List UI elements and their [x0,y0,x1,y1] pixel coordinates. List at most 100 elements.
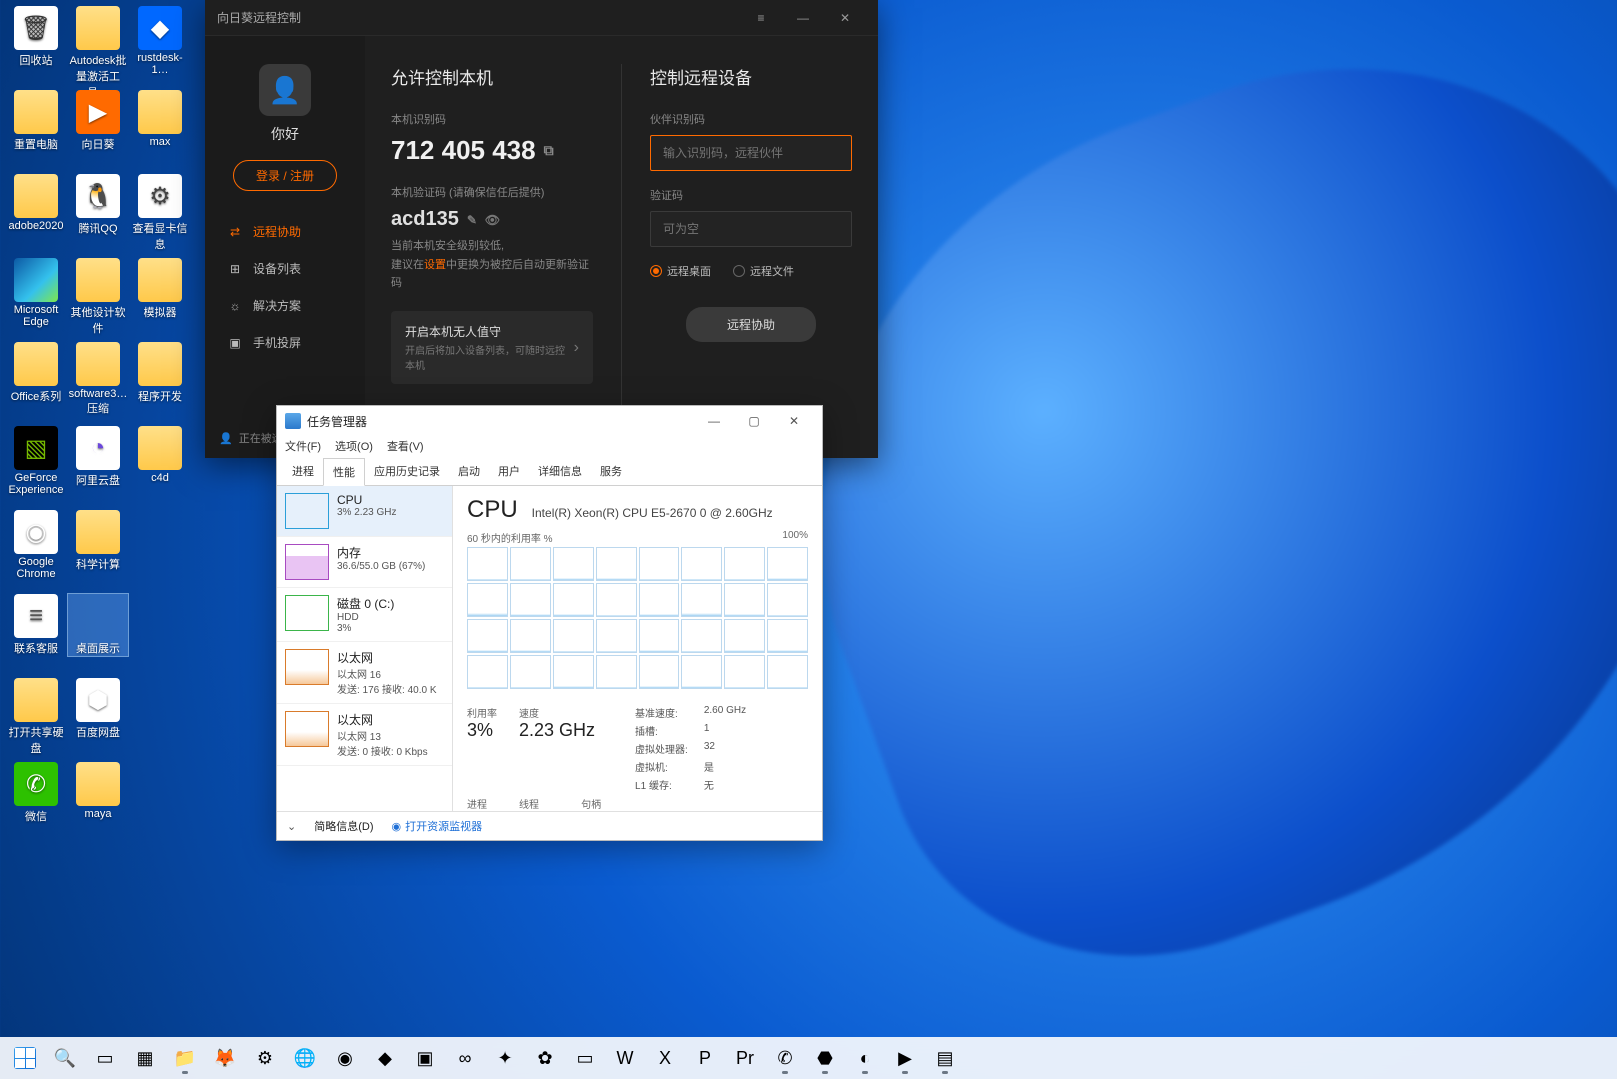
avatar-icon[interactable]: 👤 [259,64,311,116]
edit-icon[interactable]: ✎ [467,213,477,227]
perf-mini-磁盘 0 (C:)[interactable]: 磁盘 0 (C:)HDD3% [277,588,452,642]
nav-item-设备列表[interactable]: ⊞设备列表 [205,250,365,287]
mini-sub: HDD [337,612,394,623]
icon-label: GeForce Experience [6,472,66,496]
desktop-icon-重置电脑[interactable]: 重置电脑 [6,90,66,152]
desktop-icon-模拟器[interactable]: 模拟器 [130,258,190,320]
desktop-icon-桌面展示[interactable]: 桌面展示 [68,594,128,656]
desktop-icon-微信[interactable]: ✆微信 [6,762,66,824]
remote-desktop-radio[interactable]: 远程桌面 [650,263,711,279]
maximize-icon[interactable]: ▢ [734,407,774,435]
taskmanager-titlebar[interactable]: 任务管理器 — ▢ ✕ [277,406,822,436]
taskbar: 🔍▭▦📁🦊⚙🌐◉◆▣∞✦✿▭WXPPr✆⬣◐▶▤ [0,1037,1617,1079]
taskbar-app4[interactable]: ⬣ [806,1039,844,1077]
perf-mini-以太网[interactable]: 以太网以太网 13发送: 0 接收: 0 Kbps [277,704,452,766]
tab-进程[interactable]: 进程 [283,458,323,485]
taskbar-start[interactable] [6,1039,44,1077]
desktop-icon-Microsoft Edge[interactable]: Microsoft Edge [6,258,66,328]
cpu-core-cell [510,547,551,581]
desktop-icon-c4d[interactable]: c4d [130,426,190,484]
taskbar-ppt[interactable]: P [686,1039,724,1077]
partner-id-input[interactable] [650,135,852,171]
desktop-icon-Google Chrome[interactable]: ◉Google Chrome [6,510,66,580]
remote-file-radio[interactable]: 远程文件 [733,263,794,279]
desktop-icon-查看显卡信息[interactable]: ⚙查看显卡信息 [130,174,190,252]
nav-item-手机投屏[interactable]: ▣手机投屏 [205,324,365,361]
desktop-icon-adobe2020[interactable]: adobe2020 [6,174,66,232]
desktop-icon-打开共享硬盘[interactable]: 打开共享硬盘 [6,678,66,756]
tab-启动[interactable]: 启动 [449,458,489,485]
taskbar-wechat[interactable]: ✆ [766,1039,804,1077]
menu-icon[interactable]: ≡ [740,0,782,36]
desktop-icon-阿里云盘[interactable]: ◔阿里云盘 [68,426,128,488]
minimize-icon[interactable]: — [694,407,734,435]
close-icon[interactable]: ✕ [824,0,866,36]
collapse-icon[interactable]: ⌄ [287,820,296,833]
desktop-icon-Autodesk批量激活工具…[interactable]: Autodesk批量激活工具… [68,6,128,100]
tab-应用历史记录[interactable]: 应用历史记录 [365,458,449,485]
tab-性能[interactable]: 性能 [323,458,365,486]
taskbar-edge[interactable]: 🌐 [286,1039,324,1077]
taskbar-search[interactable]: 🔍 [46,1039,84,1077]
resource-monitor-link[interactable]: ◉打开资源监视器 [392,818,483,834]
taskbar-rustdesk[interactable]: ▣ [406,1039,444,1077]
desktop-icon-向日葵[interactable]: ▶向日葵 [68,90,128,152]
desktop-icon-maya[interactable]: maya [68,762,128,820]
taskbar-chrome[interactable]: ◉ [326,1039,364,1077]
taskbar-app3[interactable]: ✿ [526,1039,564,1077]
taskbar-app1[interactable]: ◆ [366,1039,404,1077]
mini-graph [285,493,329,529]
desktop-icon-回收站[interactable]: 🗑回收站 [6,6,66,68]
taskbar-app2[interactable]: ✦ [486,1039,524,1077]
tab-服务[interactable]: 服务 [591,458,631,485]
taskbar-premiere[interactable]: Pr [726,1039,764,1077]
taskbar-explorer[interactable]: 📁 [166,1039,204,1077]
minimize-icon[interactable]: — [782,0,824,36]
taskbar-firefox[interactable]: 🦊 [206,1039,244,1077]
taskbar-settings[interactable]: ⚙ [246,1039,284,1077]
perf-mini-内存[interactable]: 内存36.6/55.0 GB (67%) [277,537,452,588]
settings-link[interactable]: 设置 [424,259,446,271]
brief-info-button[interactable]: 简略信息(D) [314,818,373,834]
desktop-icon-rustdesk-1…[interactable]: ◆rustdesk-1… [130,6,190,76]
close-icon[interactable]: ✕ [774,407,814,435]
eye-icon[interactable]: 👁 [485,213,500,227]
tab-用户[interactable]: 用户 [489,458,529,485]
nav-item-远程协助[interactable]: ⇄远程协助 [205,213,365,250]
desktop-icon-max[interactable]: max [130,90,190,148]
desktop-icon-百度网盘[interactable]: ⬢百度网盘 [68,678,128,740]
desktop-icon-联系客服[interactable]: ≡联系客服 [6,594,66,656]
desktop-icon-其他设计软件[interactable]: 其他设计软件 [68,258,128,336]
menu-文件(F)[interactable]: 文件(F) [285,438,321,454]
tab-详细信息[interactable]: 详细信息 [529,458,591,485]
taskbar-terminal[interactable]: ▭ [566,1039,604,1077]
copy-icon[interactable]: ⧉ [544,142,554,159]
taskbar-taskview[interactable]: ▭ [86,1039,124,1077]
taskbar-sunlogin[interactable]: ▶ [886,1039,924,1077]
remote-vcode-input[interactable] [650,211,852,247]
sunlogin-titlebar[interactable]: 向日葵远程控制 ≡ — ✕ [205,0,878,36]
perf-mini-以太网[interactable]: 以太网以太网 16发送: 176 接收: 40.0 K [277,642,452,704]
taskbar-widgets[interactable]: ▦ [126,1039,164,1077]
taskbar-word[interactable]: W [606,1039,644,1077]
taskbar-excel[interactable]: X [646,1039,684,1077]
menu-查看(V)[interactable]: 查看(V) [387,438,424,454]
menu-选项(O)[interactable]: 选项(O) [335,438,373,454]
cpu-core-cell [553,547,594,581]
desktop-icon-科学计算[interactable]: 科学计算 [68,510,128,572]
login-register-button[interactable]: 登录 / 注册 [233,160,337,191]
taskbar-taskmgr[interactable]: ▤ [926,1039,964,1077]
icon-label: 重置电脑 [6,136,66,152]
connect-button[interactable]: 远程协助 [686,307,816,342]
nav-item-解决方案[interactable]: ☼解决方案 [205,287,365,324]
desktop-icon-GeForce Experience[interactable]: ▧GeForce Experience [6,426,66,496]
desktop-icon-程序开发[interactable]: 程序开发 [130,342,190,404]
unattended-toggle[interactable]: 开启本机无人值守 开启后将加入设备列表，可随时远控本机 › [391,311,593,384]
perf-mini-CPU[interactable]: CPU3% 2.23 GHz [277,486,452,537]
taskbar-vs[interactable]: ∞ [446,1039,484,1077]
desktop-icon-Office系列[interactable]: Office系列 [6,342,66,404]
desktop-icon-腾讯QQ[interactable]: 🐧腾讯QQ [68,174,128,236]
desktop-icon-software3…压缩[interactable]: software3…压缩 [68,342,128,416]
taskbar-app5[interactable]: ◐ [846,1039,884,1077]
cpu-name: Intel(R) Xeon(R) CPU E5-2670 0 @ 2.60GHz [532,506,773,520]
